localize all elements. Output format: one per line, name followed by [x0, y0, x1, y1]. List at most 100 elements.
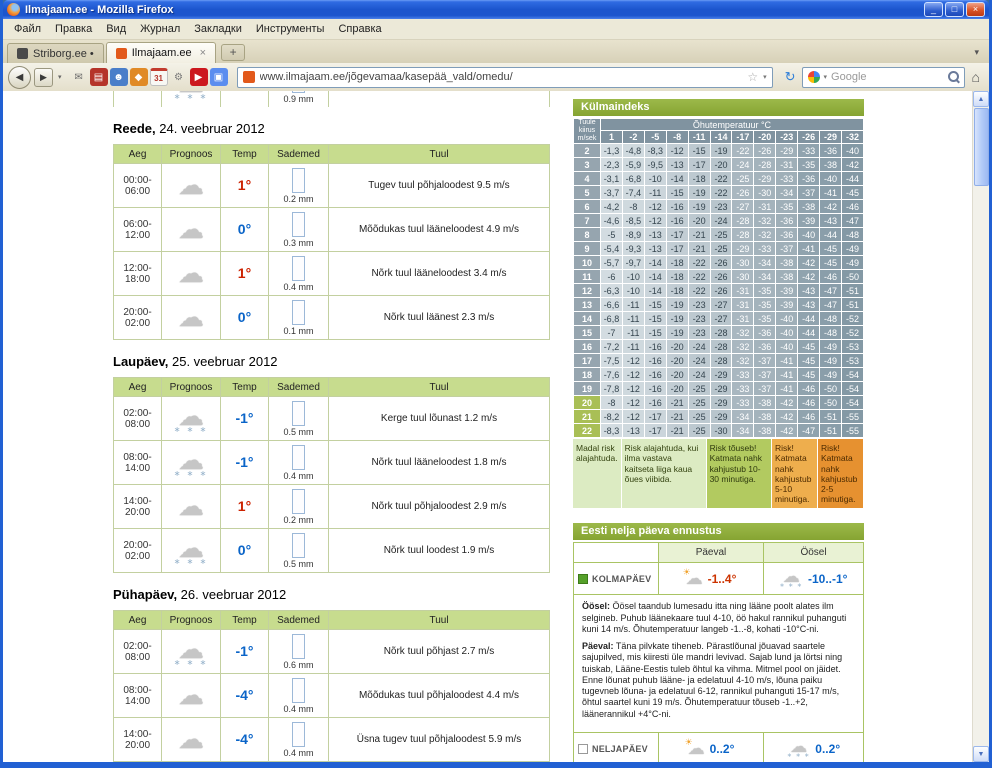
history-dropdown-icon[interactable]: ▾	[56, 73, 64, 81]
close-button[interactable]: ×	[966, 2, 985, 17]
windchill-value-cell: -38	[754, 396, 776, 410]
weather-cloud-icon: ☁	[178, 216, 204, 242]
youtube-icon[interactable]: ▶	[190, 68, 208, 86]
windchill-value-cell: -13	[644, 242, 666, 256]
firefox-icon	[7, 3, 20, 16]
settings-icon[interactable]: ⚙	[170, 68, 188, 86]
photos-icon[interactable]: ▣	[210, 68, 228, 86]
google-engine-icon[interactable]	[808, 71, 820, 83]
cloud-icon: ☁	[178, 304, 204, 330]
column-header: Tuul	[329, 145, 550, 164]
scrollbar-thumb[interactable]	[974, 108, 989, 186]
menu-edit[interactable]: Правка	[48, 21, 99, 37]
windchill-value-cell: -29	[710, 368, 732, 382]
address-bar[interactable]: www.ilmajaam.ee/jõgevamaa/kasepää_vald/o…	[237, 67, 773, 88]
forecast-table-friday: AegPrognoosTempSademedTuul00:00-06:00☁1°…	[113, 144, 550, 340]
collapsed-toggle-icon[interactable]	[578, 744, 588, 754]
windchill-value-cell: -52	[841, 326, 863, 340]
windchill-header-row: Tuule kiirus m/sekÕhutemperatuur °C	[574, 119, 864, 131]
windchill-table-head: Tuule kiirus m/sekÕhutemperatuur °C1-2-5…	[574, 119, 864, 144]
precipitation-cell: 0.6 mm	[269, 630, 329, 674]
tab-ilmajaam[interactable]: Ilmajaam.ee ×	[106, 42, 216, 63]
condition-icon-cell: ☁	[162, 296, 221, 340]
windchill-row: 9-5,4-9,3-13-17-21-25-29-33-37-41-45-49	[574, 242, 864, 256]
mail-icon[interactable]: ✉	[70, 68, 88, 86]
navigation-toolbar: ◀ ▶ ▾ ✉▤☻◆31⚙▶▣ www.ilmajaam.ee/jõgevama…	[3, 63, 989, 91]
url-dropdown-icon[interactable]: ▾	[763, 73, 767, 81]
four-day-table: Päeval Öösel KOLMAPÄEV☀☁-1..4°☁∗ ∗ ∗-10.…	[573, 542, 864, 762]
windchill-value-cell: -46	[798, 396, 820, 410]
minimize-button[interactable]: _	[924, 2, 943, 17]
condition-icon-cell: ☁∗ ∗ ∗	[162, 630, 221, 674]
windchill-value-cell: -20	[666, 382, 688, 396]
menu-view[interactable]: Вид	[99, 21, 133, 37]
condition-icon-cell: ☁	[162, 485, 221, 529]
night-temp-value: -10..-1°	[808, 572, 847, 586]
day-label: Päeval:	[582, 641, 614, 651]
temperature-column-header: -26	[798, 131, 820, 144]
windchill-value-cell: -9,7	[622, 256, 644, 270]
windchill-value-cell: -6	[601, 270, 623, 284]
precip-amount: 0.2 mm	[269, 194, 328, 204]
windchill-value-cell: -25	[688, 382, 710, 396]
condition-icon-cell: ☁	[162, 208, 221, 252]
restore-button[interactable]: □	[945, 2, 964, 17]
windchill-value-cell: -21	[666, 424, 688, 438]
home-button[interactable]: ⌂	[968, 69, 984, 85]
tab-close-icon[interactable]: ×	[200, 47, 206, 59]
windchill-value-cell: -49	[820, 340, 842, 354]
feed-icon[interactable]: ◆	[130, 68, 148, 86]
search-placeholder[interactable]: Google	[831, 71, 943, 83]
forecast-header-row: AegPrognoosTempSademedTuul	[114, 378, 550, 397]
menu-tools[interactable]: Инструменты	[249, 21, 332, 37]
url-text[interactable]: www.ilmajaam.ee/jõgevamaa/kasepää_vald/o…	[260, 71, 743, 83]
title-bar[interactable]: Ilmajaam.ee - Mozilla Firefox _ □ ×	[3, 0, 989, 19]
reload-button[interactable]: ↻	[782, 69, 799, 85]
search-engine-dropdown-icon[interactable]: ▾	[824, 73, 828, 81]
windchill-value-cell: -22	[710, 172, 732, 186]
windchill-value-cell: -33	[732, 382, 754, 396]
precip-bar-icon	[292, 678, 305, 703]
tab-list-button[interactable]: ▾	[968, 47, 985, 63]
windchill-value-cell: -1,3	[601, 144, 623, 158]
cloud-icon: ☁	[178, 493, 204, 519]
bookmark-star-icon[interactable]: ☆	[747, 70, 758, 84]
new-tab-button[interactable]: +	[221, 44, 245, 61]
windchill-value-cell: -20	[688, 214, 710, 228]
windchill-value-cell: -53	[841, 340, 863, 354]
expanded-toggle-icon[interactable]	[578, 574, 588, 584]
tab-striborg[interactable]: Striborg.ee •	[7, 43, 104, 63]
menu-file[interactable]: Файл	[7, 21, 48, 37]
menu-history[interactable]: Журнал	[133, 21, 187, 37]
forward-button[interactable]: ▶	[34, 68, 53, 87]
weather-snow-icon: ☁∗ ∗ ∗	[174, 403, 209, 434]
search-box[interactable]: ▾ Google	[802, 67, 965, 88]
contacts-icon[interactable]: ☻	[110, 68, 128, 86]
windchill-value-cell: -20	[666, 354, 688, 368]
windchill-value-cell: -53	[841, 354, 863, 368]
journal-icon[interactable]: ▤	[90, 68, 108, 86]
temperature-value: 1°	[238, 265, 251, 281]
night-forecast-cell: ☁∗ ∗ ∗-10..-1°	[764, 563, 863, 594]
wind-speed-cell: 6	[574, 200, 601, 214]
calendar-icon[interactable]: 31	[150, 68, 168, 86]
search-magnifier-icon[interactable]	[948, 71, 959, 83]
windchill-value-cell: -29	[710, 410, 732, 424]
vertical-scrollbar[interactable]: ▲ ▼	[972, 91, 989, 762]
windchill-table: Tuule kiirus m/sekÕhutemperatuur °C1-2-5…	[573, 118, 864, 438]
four-day-row-wednesday[interactable]: KOLMAPÄEV☀☁-1..4°☁∗ ∗ ∗-10..-1°	[574, 563, 863, 595]
windchill-value-cell: -36	[820, 144, 842, 158]
windchill-row: 22-8,3-13-17-21-25-30-34-38-42-47-51-55	[574, 424, 864, 438]
forecast-header-row: AegPrognoosTempSademedTuul	[114, 611, 550, 630]
temperature-column-header: -8	[666, 131, 688, 144]
back-button[interactable]: ◀	[8, 66, 31, 89]
menu-bookmarks[interactable]: Закладки	[187, 21, 249, 37]
windchill-value-cell: -38	[798, 200, 820, 214]
menu-help[interactable]: Справка	[331, 21, 388, 37]
windchill-value-cell: -51	[841, 284, 863, 298]
scroll-up-icon[interactable]: ▲	[973, 91, 989, 107]
four-day-row-thursday[interactable]: NELJAPÄEV☀☁0..2°☁∗ ∗ ∗0..2°	[574, 733, 863, 762]
day-name-cell: KOLMAPÄEV	[574, 563, 659, 594]
windchill-value-cell: -17	[666, 242, 688, 256]
scroll-down-icon[interactable]: ▼	[973, 746, 989, 762]
